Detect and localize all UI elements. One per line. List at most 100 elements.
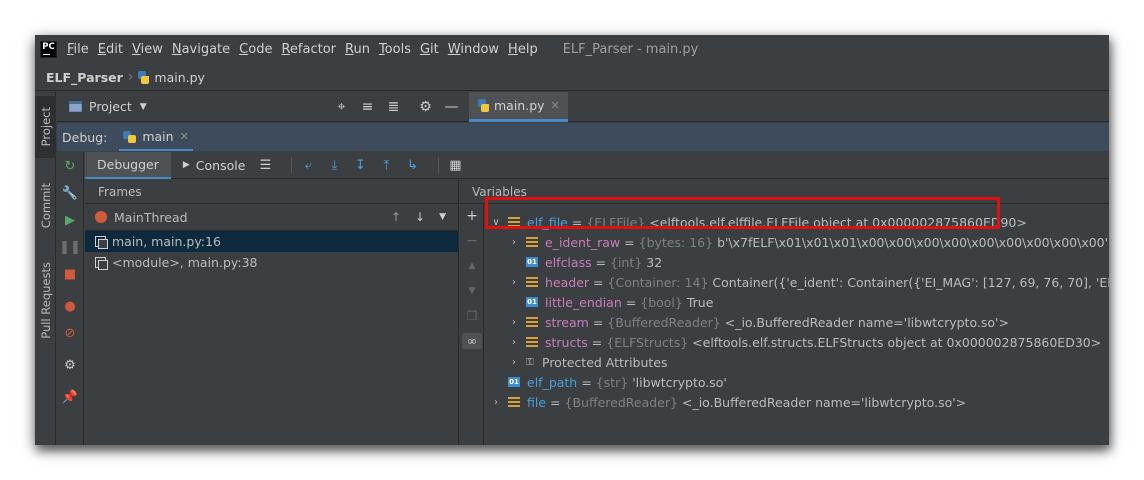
menu-view[interactable]: View	[132, 42, 163, 57]
stripe-tab-pull-requests[interactable]: Pull Requests	[35, 252, 56, 348]
arrow-down-icon[interactable]: ↓	[415, 210, 425, 224]
step-over-icon[interactable]: ⤓	[326, 157, 342, 173]
debug-header: Debug: main ✕	[57, 123, 1109, 151]
close-icon[interactable]: ✕	[551, 99, 560, 112]
frame-row[interactable]: main, main.py:16	[85, 231, 458, 252]
equals-sign: =	[625, 294, 637, 310]
python-file-icon	[137, 70, 150, 84]
rerun-icon[interactable]: ↻	[62, 158, 78, 174]
step-into-icon[interactable]: ↧	[352, 157, 368, 173]
add-watch-icon[interactable]: +	[464, 208, 480, 224]
menu-help[interactable]: Help	[508, 42, 538, 57]
thread-controls: ↑ ↓ ▼	[391, 210, 446, 224]
stripe-tab-project[interactable]: Project	[35, 96, 56, 158]
variable-type: {BufferedReader}	[564, 394, 678, 410]
gear-icon[interactable]: ⚙	[417, 99, 434, 116]
menu-run[interactable]: Run	[345, 42, 370, 57]
equals-sign: =	[624, 234, 635, 250]
variable-name: e_ident_raw	[545, 234, 621, 250]
chevron-right-icon[interactable]: ›	[508, 237, 520, 248]
close-icon[interactable]: ✕	[180, 130, 189, 143]
window-title: ELF_Parser - main.py	[562, 42, 699, 57]
chevron-down-icon[interactable]: ∨	[490, 217, 502, 228]
project-folder-icon	[69, 101, 82, 112]
stripe-tab-commit[interactable]: Commit	[35, 174, 56, 238]
frame-row[interactable]: <module>, main.py:38	[85, 252, 458, 273]
primitive-icon: 01	[526, 297, 538, 307]
project-view-selector[interactable]: Project ▼	[69, 99, 147, 114]
frame-label: main, main.py:16	[112, 234, 221, 249]
variable-row[interactable]: 01 little_endian = {bool} True	[526, 292, 713, 312]
show-execution-point-icon[interactable]: ⤶	[300, 157, 316, 173]
variable-type: {bytes: 16}	[638, 234, 714, 250]
thread-selector[interactable]: MainThread ↑ ↓ ▼	[85, 204, 458, 231]
variable-row[interactable]: › e_ident_raw = {bytes: 16} b'\x7fELF\x0…	[508, 232, 1108, 252]
menu-refactor[interactable]: Refactor	[281, 42, 336, 57]
object-icon	[508, 397, 520, 407]
variable-row[interactable]: 01 elfclass = {int} 32	[526, 252, 662, 272]
menu-code[interactable]: Code	[239, 42, 272, 57]
variable-row[interactable]: › file = {BufferedReader} <_io.BufferedR…	[490, 392, 966, 412]
equals-sign: =	[595, 254, 607, 270]
project-toolbar-icons: ⌖ ≡ ≣ ⚙ —	[333, 92, 460, 122]
pin-icon[interactable]: 📌	[62, 389, 78, 405]
variable-value: True	[686, 294, 714, 310]
variable-row[interactable]: › structs = {ELFStructs} <elftools.elf.s…	[508, 332, 1101, 352]
breadcrumb-project[interactable]: ELF_Parser	[46, 70, 123, 85]
menu-edit[interactable]: Edit	[98, 42, 123, 57]
equals-sign: =	[593, 274, 604, 290]
remove-watch-icon[interactable]: −	[464, 233, 480, 249]
move-down-icon[interactable]: ▼	[464, 283, 480, 299]
chevron-down-icon[interactable]: ▼	[439, 210, 446, 224]
debug-session-tab[interactable]: main ✕	[119, 123, 193, 151]
menu-file[interactable]: File	[67, 42, 89, 57]
variable-name: file	[527, 394, 547, 410]
variable-group-label: Protected Attributes	[542, 354, 668, 370]
locate-icon[interactable]: ⌖	[333, 99, 350, 116]
editor-tab-main-py[interactable]: main.py ✕	[469, 92, 568, 122]
mute-breakpoints-icon[interactable]: ⊘	[62, 325, 78, 341]
settings-gear-icon[interactable]: ⚙	[62, 357, 78, 373]
run-to-cursor-icon[interactable]: ↳	[404, 157, 420, 173]
wrench-icon[interactable]: 🔧	[62, 185, 78, 201]
variable-name: stream	[545, 314, 589, 330]
show-watches-glasses-icon[interactable]: ∞	[462, 333, 482, 349]
menu-window[interactable]: Window	[448, 42, 499, 57]
chevron-right-icon[interactable]: ›	[508, 357, 520, 368]
breadcrumb-file[interactable]: main.py	[137, 70, 205, 85]
caret-down-icon: ▼	[139, 101, 147, 112]
collapse-all-icon[interactable]: ≣	[385, 99, 402, 116]
menu-navigate[interactable]: Navigate	[172, 42, 230, 57]
menu-git[interactable]: Git	[420, 42, 439, 57]
stop-icon[interactable]: ■	[62, 266, 78, 282]
stack-frame-icon	[95, 257, 108, 270]
stripe-tab-pull-requests-label: Pull Requests	[38, 261, 53, 339]
chevron-right-icon[interactable]: ›	[508, 317, 520, 328]
python-file-icon	[477, 99, 490, 112]
copy-icon[interactable]: ❐	[464, 308, 480, 324]
view-breakpoints-icon[interactable]: ●	[62, 298, 78, 314]
arrow-up-icon[interactable]: ↑	[391, 210, 401, 224]
pause-icon[interactable]: ❚❚	[59, 239, 81, 255]
variable-type: {str}	[595, 374, 629, 390]
evaluate-expression-icon[interactable]: ▦	[447, 157, 463, 173]
variable-row[interactable]: › header = {Container: 14} Container({'e…	[508, 272, 1109, 292]
tab-debugger-label: Debugger	[97, 156, 159, 172]
chevron-right-icon[interactable]: ›	[508, 277, 520, 288]
variable-row[interactable]: › stream = {BufferedReader} <_io.Buffere…	[508, 312, 1009, 332]
chevron-right-icon[interactable]: ›	[508, 337, 520, 348]
expand-all-icon[interactable]: ≡	[359, 99, 376, 116]
breadcrumb-file-label: main.py	[154, 69, 205, 85]
tab-console[interactable]: ▶ Console	[171, 152, 258, 179]
variable-row[interactable]: ∨ elf_file = {ELFFile} <elftools.elf.elf…	[490, 212, 1027, 232]
tab-debugger[interactable]: Debugger	[85, 151, 171, 179]
step-out-icon[interactable]: ⤒	[378, 157, 394, 173]
chevron-right-icon[interactable]: ›	[490, 397, 502, 408]
menu-lines-icon[interactable]: ☰	[257, 157, 273, 173]
variable-row[interactable]: › ⚿ Protected Attributes	[508, 352, 668, 372]
resume-icon[interactable]: ▶	[62, 212, 78, 228]
minimize-icon[interactable]: —	[443, 99, 460, 116]
menu-tools[interactable]: Tools	[379, 42, 411, 57]
variable-row[interactable]: 01 elf_path = {str} 'libwtcrypto.so'	[508, 372, 727, 392]
move-up-icon[interactable]: ▲	[464, 258, 480, 274]
